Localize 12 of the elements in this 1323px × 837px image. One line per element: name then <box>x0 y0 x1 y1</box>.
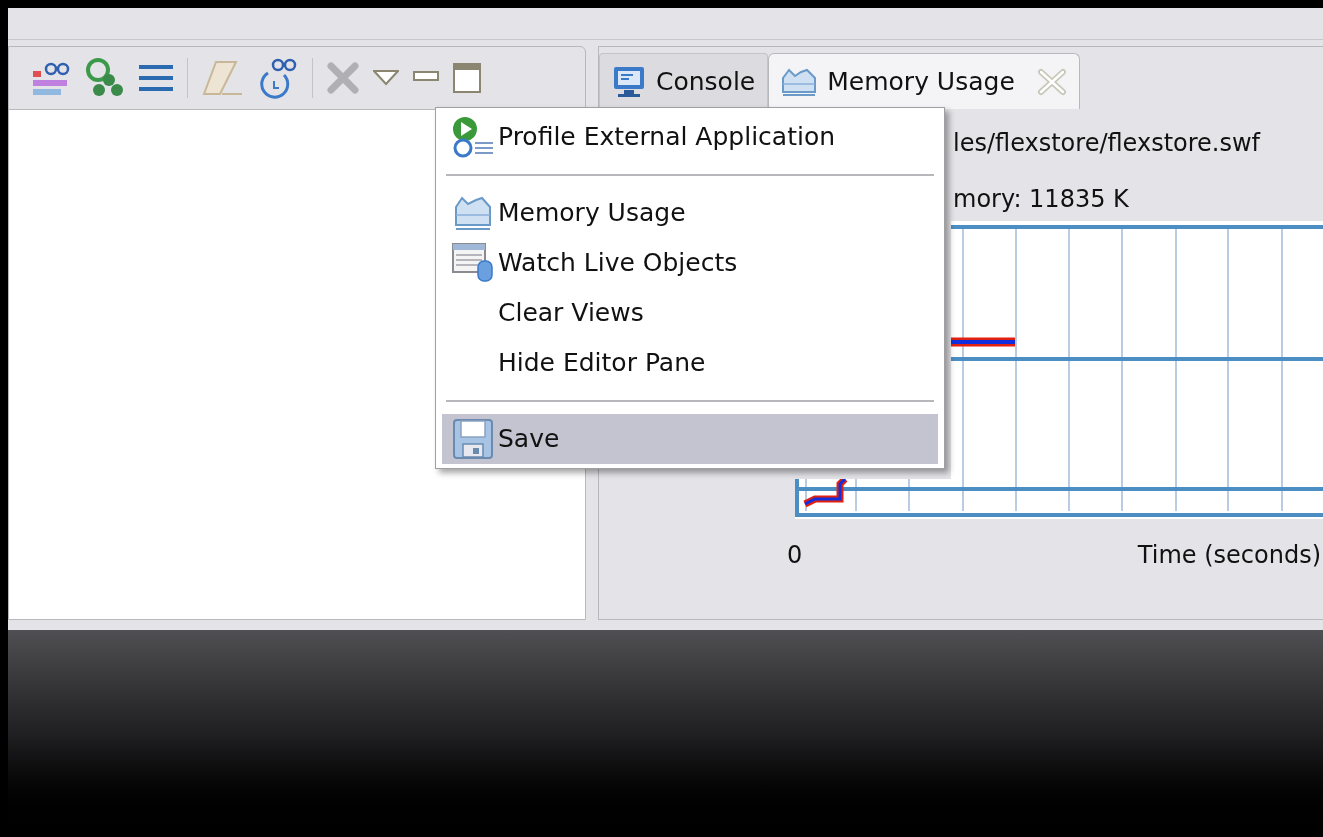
memory-label: mory: 11835 K <box>953 184 1129 215</box>
view-tab[interactable]: Memory Usage <box>768 53 1080 109</box>
menu-item[interactable]: Profile External Application <box>442 112 938 162</box>
menu-item[interactable]: Memory Usage <box>442 188 938 238</box>
menu-item[interactable]: Hide Editor Pane <box>442 338 938 388</box>
menu-item[interactable]: Clear Views <box>442 288 938 338</box>
menu-item[interactable]: Save <box>442 414 938 464</box>
menu-item[interactable]: Watch Live Objects <box>442 238 938 288</box>
axis-title: Time (seconds) <box>1137 540 1321 571</box>
view-tab[interactable]: Console <box>599 53 769 109</box>
file-path-label: les/flexstore/flexstore.swf <box>953 128 1261 159</box>
axis-start-label: 0 <box>787 540 803 571</box>
